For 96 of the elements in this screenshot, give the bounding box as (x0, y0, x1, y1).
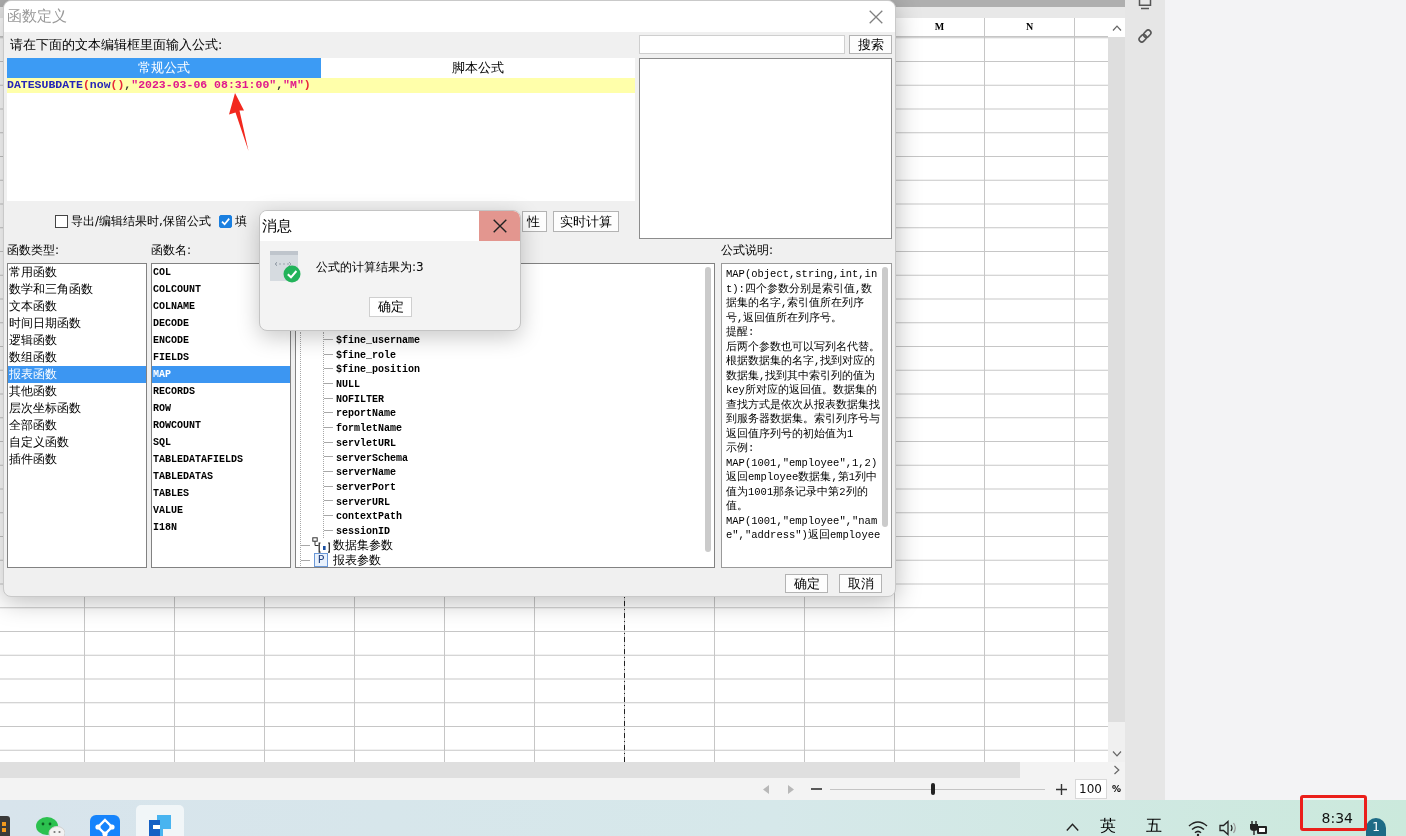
annotation-rectangle (1300, 795, 1367, 831)
function-type-item[interactable]: 逻辑函数 (8, 332, 146, 349)
scrollbar-thumb[interactable] (705, 267, 711, 552)
function-name-item[interactable]: TABLES (152, 485, 290, 502)
prompt-label: 请在下面的文本编辑框里面输入公式: (9, 37, 224, 53)
function-type-item[interactable]: 其他函数 (8, 383, 146, 400)
function-name-item[interactable]: SQL (152, 434, 290, 451)
tree-item[interactable]: reportName (336, 408, 396, 420)
message-text: 公式的计算结果为:3 (316, 258, 424, 276)
close-icon (492, 219, 507, 233)
tree-item[interactable]: 数据集参数 (333, 536, 393, 554)
function-type-item[interactable]: 层次坐标函数 (8, 400, 146, 417)
tree-item[interactable]: serverURL (336, 496, 390, 508)
chat-bubbles-icon (35, 815, 65, 836)
description-text: MAP(object,string,int,int):四个参数分别是索引值,数据集的名字,索引值所在列序号,返回值所在列序号。 (726, 267, 879, 325)
function-name-item[interactable]: FIELDS (152, 349, 290, 366)
message-title: 消息 (262, 216, 292, 236)
list-label: 函数名: (151, 243, 193, 258)
chevron-down-icon[interactable] (1111, 750, 1122, 757)
column-header: N (984, 18, 1074, 36)
tree-item[interactable]: 报表参数 (333, 551, 381, 567)
tree-item[interactable]: NULL (336, 379, 360, 391)
taskbar-app-button[interactable] (0, 815, 10, 836)
list-label: 函数类型: (7, 243, 61, 258)
zoom-field[interactable]: 100 (1075, 779, 1107, 799)
function-name-item[interactable]: ENCODE (152, 332, 290, 349)
tree-item[interactable]: $fine_role (336, 349, 396, 361)
editor-button[interactable]: 性 (522, 210, 547, 232)
function-type-item[interactable]: 数学和三角函数 (8, 281, 146, 298)
window-check-icon (270, 251, 301, 283)
tree-item[interactable]: sessionID (336, 525, 390, 537)
close-button[interactable] (479, 211, 520, 241)
close-icon[interactable] (869, 9, 883, 24)
description-text: MAP(1001,"employee",1,2)返回employee数据集,第1列中值为1001那条记录中第2列的值。 (726, 455, 879, 514)
taskbar-app-button[interactable] (136, 805, 184, 836)
tree-item[interactable]: formletName (336, 423, 402, 435)
function-type-item[interactable]: 自定义函数 (8, 434, 146, 451)
description-text: 示例: (726, 441, 756, 456)
function-type-item[interactable]: 插件函数 (8, 451, 146, 468)
tree-item[interactable]: contextPath (336, 511, 402, 523)
input-mode-indicator[interactable]: 五 (1145, 816, 1162, 836)
app-icon (0, 815, 10, 836)
dialog-button[interactable]: 确定 (785, 574, 828, 593)
checkbox-label: 导出/编辑结果时,保留公式 (71, 212, 211, 230)
formula-editor[interactable]: 常规公式 脚本公式 DATESUBDATE(now(),"2023-03-06 08:31:00","M") (7, 58, 635, 201)
chevron-right-icon[interactable] (1113, 765, 1120, 775)
percent-label: % (1112, 784, 1122, 794)
tree-item[interactable]: NOFILTER (336, 393, 384, 405)
dataset-icon (312, 537, 330, 554)
dialog-button[interactable]: 取消 (839, 574, 882, 593)
document-app-icon (148, 815, 172, 836)
function-name-item[interactable]: TABLEDATAS (152, 468, 290, 485)
formula-text[interactable]: DATESUBDATE(now(),"2023-03-06 08:31:00","M") (7, 78, 635, 93)
battery-charging-icon[interactable] (1248, 820, 1268, 836)
tree-item[interactable]: servletURL (336, 437, 396, 449)
wifi-icon[interactable] (1187, 820, 1208, 836)
tray-icon[interactable] (1137, 0, 1153, 10)
description-text: MAP(1001,"employee","name","address")返回employee (726, 513, 881, 543)
tree-item[interactable]: serverPort (336, 481, 396, 493)
search-button[interactable]: 搜索 (849, 35, 892, 54)
function-name-item[interactable]: I18N (152, 519, 290, 536)
ok-button[interactable]: 确定 (369, 297, 412, 317)
letter-tile: P (314, 553, 328, 567)
input-language-indicator[interactable]: 英 (1099, 816, 1116, 836)
tree-item[interactable]: serverName (336, 467, 396, 479)
checkbox[interactable] (218, 214, 232, 228)
description-text: 后两个参数也可以写列名代替。根据数据集的名字,找到对应的数据集,找到其中索引列的值为key所对应的返回值。数据集的查找方式是依次从报表数据集找到服务器数据集。索引列序号与返回值序列号的初始值为1 (726, 339, 881, 441)
notification-badge[interactable]: 1 (1366, 818, 1386, 836)
function-name-item[interactable]: TABLEDATAFIELDS (152, 451, 290, 468)
description-text: 提醒: (726, 325, 756, 340)
function-type-item[interactable]: 全部函数 (8, 417, 146, 434)
function-name-item[interactable]: ROW (152, 400, 290, 417)
function-name-item[interactable]: RECORDS (152, 383, 290, 400)
slider-thumb[interactable] (931, 783, 936, 795)
search-field[interactable] (639, 35, 845, 54)
editor-button[interactable]: 实时计算 (553, 210, 619, 232)
scrollbar-thumb[interactable] (882, 267, 888, 527)
function-name-item[interactable]: VALUE (152, 502, 290, 519)
chevron-up-icon[interactable] (1065, 823, 1079, 831)
list-label: 公式说明: (721, 243, 775, 258)
function-type-item[interactable]: 数组函数 (8, 349, 146, 366)
tree-item[interactable]: $fine_position (336, 364, 420, 376)
plus-icon[interactable] (1056, 783, 1067, 795)
speaker-icon[interactable] (1218, 820, 1238, 836)
function-type-item[interactable]: 常用函数 (8, 264, 146, 281)
function-type-item[interactable]: 文本函数 (8, 298, 146, 315)
checkbox[interactable] (55, 214, 68, 228)
dialog-title: 函数定义 (7, 7, 67, 26)
tree-item[interactable]: serverSchema (336, 452, 408, 464)
tree-item[interactable]: $fine_username (336, 335, 420, 346)
checkbox-label: 填 (234, 212, 247, 230)
link-icon[interactable] (1137, 28, 1153, 44)
network-nodes-icon (90, 815, 120, 836)
function-name-item[interactable]: ROWCOUNT (152, 417, 290, 434)
function-type-item[interactable]: 时间日期函数 (8, 315, 146, 332)
clock-time[interactable]: 8:34 (1321, 810, 1353, 827)
